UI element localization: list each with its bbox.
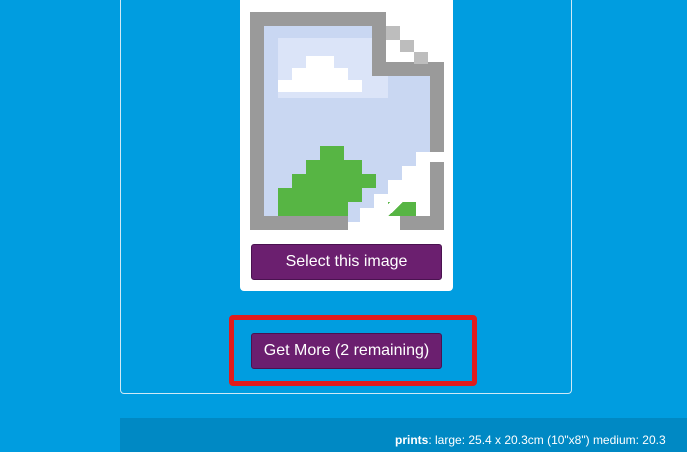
get-more-button[interactable]: Get More (2 remaining): [251, 333, 442, 369]
prints-info: prints: large: 25.4 x 20.3cm (10"x8") me…: [395, 433, 666, 447]
prints-sizes: : large: 25.4 x 20.3cm (10"x8") medium: …: [428, 433, 666, 447]
prints-label: prints: [395, 433, 429, 447]
select-image-button[interactable]: Select this image: [251, 244, 442, 280]
footer-bar: prints: large: 25.4 x 20.3cm (10"x8") me…: [120, 418, 687, 452]
broken-image-icon: [250, 12, 444, 230]
